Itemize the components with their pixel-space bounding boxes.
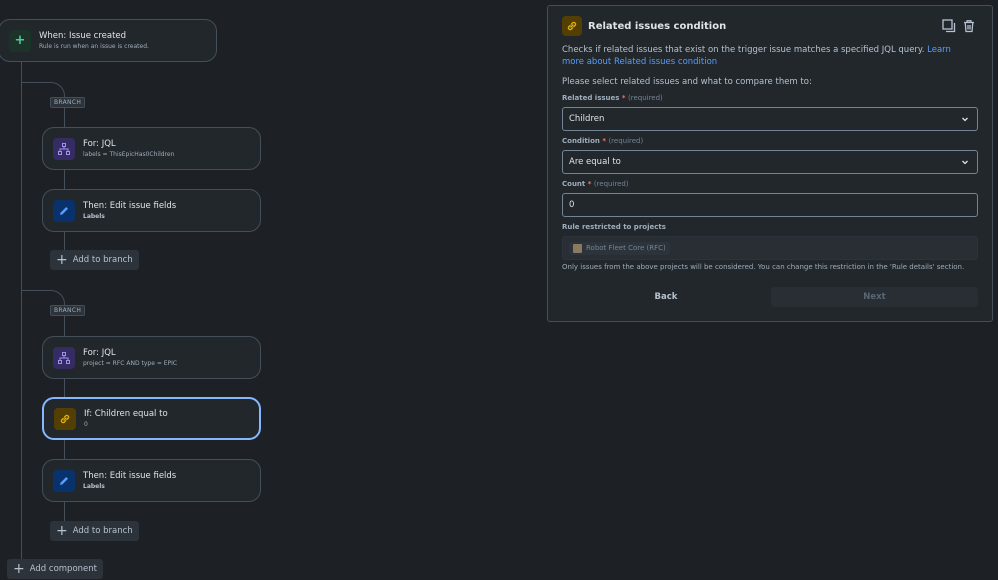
required-star: *	[621, 94, 626, 102]
pencil-icon	[53, 199, 75, 222]
branch2-connector-4	[64, 502, 65, 522]
branch2-curve	[21, 290, 65, 306]
count-input[interactable]: 0	[562, 193, 978, 217]
panel-description: Checks if related issues that exist on t…	[562, 44, 972, 68]
copy-icon[interactable]	[942, 18, 956, 37]
branch1-curve	[21, 82, 65, 98]
required-star: *	[602, 137, 606, 145]
branch1-for-title: For: JQL	[83, 139, 116, 149]
panel-tools	[942, 18, 976, 37]
chevron-down-icon	[962, 160, 968, 165]
chevron-down-icon	[962, 117, 968, 122]
related-issues-select[interactable]: Children	[562, 107, 978, 131]
branch2-if-title: If: Children equal to	[84, 409, 168, 419]
branch2-then-subtitle: Labels	[83, 483, 105, 490]
hierarchy-icon	[53, 137, 75, 160]
trigger-subtitle: Rule is run when an issue is created.	[39, 43, 149, 50]
required-star: *	[587, 180, 592, 188]
condition-select[interactable]: Are equal to	[562, 150, 978, 174]
required-note: (required)	[627, 94, 663, 102]
count-label: Count * (required)	[562, 180, 629, 188]
pencil-icon	[53, 469, 75, 492]
related-issues-value: Children	[569, 114, 605, 124]
branch1-connector-3	[64, 232, 65, 252]
branch1-add-button[interactable]: + Add to branch	[50, 250, 139, 270]
branch2-connector-2	[64, 378, 65, 398]
branch2-for-subtitle: project = RFC AND type = EPIC	[83, 360, 178, 367]
branch1-add-label: Add to branch	[72, 255, 133, 265]
condition-value: Are equal to	[569, 157, 621, 167]
related-issues-label: Related issues * (required)	[562, 94, 663, 102]
count-value: 0	[569, 200, 575, 210]
add-component-label: Add component	[29, 564, 97, 574]
project-chip: Robot Fleet Core (RFC)	[569, 241, 670, 255]
branch1-then-title: Then: Edit issue fields	[83, 201, 177, 211]
branch2-if-subtitle: 0	[84, 421, 88, 428]
next-button[interactable]: Next	[771, 287, 978, 307]
panel-header: Related issues condition	[562, 16, 726, 36]
branch2-badge: BRANCH	[50, 305, 86, 316]
trigger-title: When: Issue created	[39, 31, 127, 41]
panel-title: Related issues condition	[588, 20, 727, 32]
project-name: Robot Fleet Core (RFC)	[586, 244, 666, 252]
plus-icon: +	[56, 523, 68, 539]
branch1-then-card[interactable]: Then: Edit issue fields Labels	[42, 189, 261, 232]
plus-icon: +	[56, 252, 68, 268]
branch2-then-card[interactable]: Then: Edit issue fields Labels	[42, 459, 261, 502]
branch1-connector-2	[64, 170, 65, 190]
branch2-for-title: For: JQL	[83, 348, 116, 358]
add-component-button[interactable]: + Add component	[7, 559, 103, 579]
branch2-connector-3	[64, 440, 65, 460]
branch1-for-subtitle: labels = ThisEpicHas0Children	[83, 151, 175, 158]
plus-icon: +	[13, 561, 25, 577]
restricted-label: Rule restricted to projects	[562, 223, 666, 231]
link-icon	[54, 407, 76, 430]
panel-prompt: Please select related issues and what to…	[562, 77, 812, 87]
restricted-hint: Only issues from the above projects will…	[562, 263, 965, 271]
trigger-card[interactable]: + When: Issue created Rule is run when a…	[0, 19, 217, 62]
required-note: (required)	[593, 180, 629, 188]
branch1-badge: BRANCH	[50, 97, 86, 108]
link-icon	[562, 16, 582, 36]
back-button[interactable]: Back	[562, 287, 770, 307]
restricted-projects-field: Robot Fleet Core (RFC)	[562, 236, 978, 260]
branch2-for-card[interactable]: For: JQL project = RFC AND type = EPIC	[42, 336, 261, 379]
trash-icon[interactable]	[962, 18, 976, 37]
branch2-if-card[interactable]: If: Children equal to 0	[42, 397, 261, 440]
condition-label-text: Condition	[562, 137, 600, 145]
branch1-then-subtitle: Labels	[83, 213, 105, 220]
condition-panel: Related issues condition Checks if relat…	[547, 5, 993, 322]
project-avatar	[573, 243, 582, 253]
description-text: Checks if related issues that exist on t…	[562, 45, 925, 55]
branch2-add-button[interactable]: + Add to branch	[50, 521, 139, 541]
required-note: (required)	[608, 137, 644, 145]
count-label-text: Count	[562, 180, 586, 188]
plus-icon: +	[9, 29, 31, 52]
hierarchy-icon	[53, 346, 75, 369]
branch2-then-title: Then: Edit issue fields	[83, 471, 177, 481]
condition-label: Condition * (required)	[562, 137, 643, 145]
main-connector	[21, 62, 22, 570]
branch2-add-label: Add to branch	[72, 526, 133, 536]
related-issues-label-text: Related issues	[562, 94, 620, 102]
branch1-for-card[interactable]: For: JQL labels = ThisEpicHas0Children	[42, 127, 261, 170]
